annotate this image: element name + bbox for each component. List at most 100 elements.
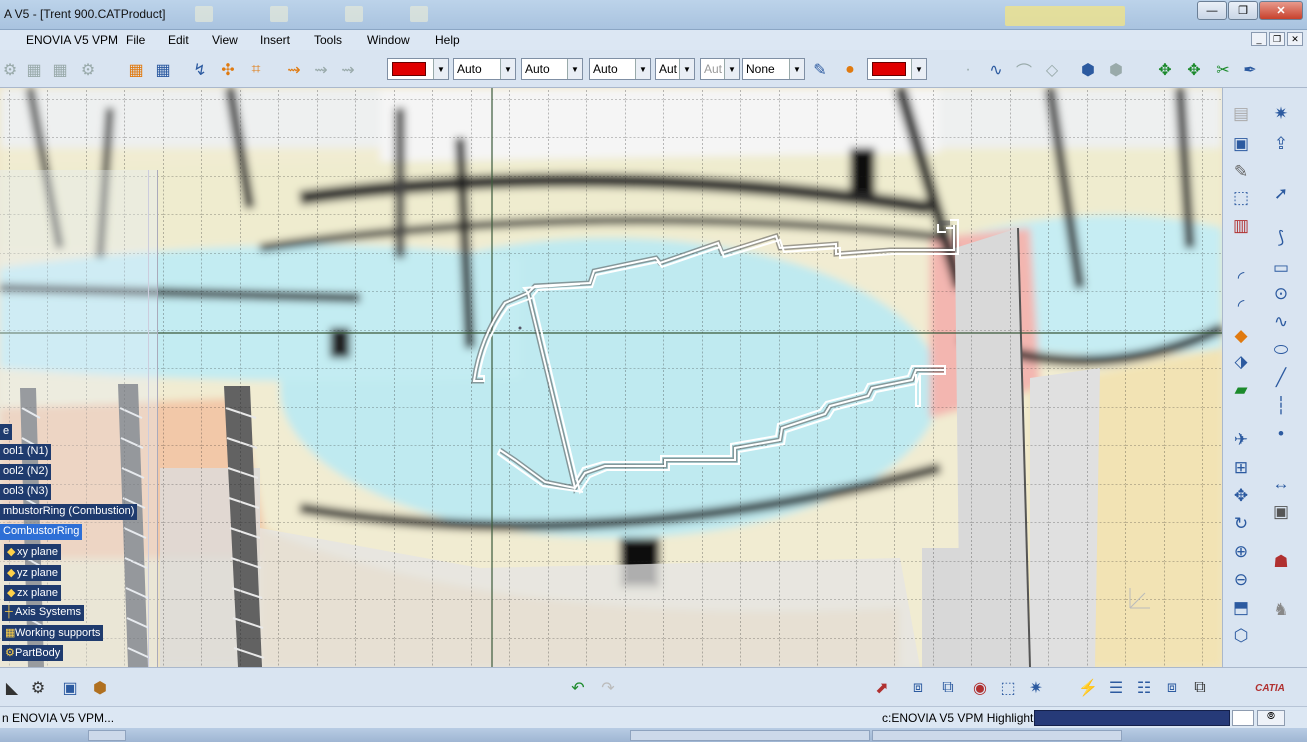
fix-together-icon[interactable]: ⇝ — [338, 60, 358, 80]
render-style-dropdown[interactable]: None ▼ — [742, 58, 805, 80]
taskbar-button[interactable] — [630, 730, 870, 741]
zoom-out-icon[interactable]: ⊖ — [1229, 568, 1253, 592]
hide-show-icon[interactable]: ⧉ — [936, 676, 960, 700]
normal-view-icon[interactable]: ⬒ — [1229, 596, 1253, 620]
arc-icon[interactable]: ◜ — [1229, 266, 1253, 290]
close-button[interactable]: ✕ — [1259, 1, 1303, 20]
menu-help[interactable]: Help — [435, 33, 460, 47]
existing-component-icon[interactable]: ⚙ — [78, 60, 98, 80]
apply-material-icon[interactable]: ● — [840, 60, 860, 80]
menu-enovia[interactable]: ENOVIA V5 VPM — [26, 33, 118, 47]
3d-viewport[interactable]: e ool1 (N1) ool2 (N2) ool3 (N3) mbustorR… — [0, 88, 1222, 667]
tree-item[interactable]: ool1 (N1) — [0, 444, 52, 460]
command-clear-button[interactable] — [1232, 710, 1254, 726]
render-mode-icon[interactable]: ⧈ — [906, 676, 930, 700]
color-dropdown-2[interactable]: ▼ — [867, 58, 927, 80]
doc-minimize-button[interactable]: _ — [1251, 32, 1267, 46]
select-icon[interactable]: ➚ — [1269, 182, 1293, 206]
text-icon[interactable]: ☷ — [1132, 676, 1156, 700]
ellipse-icon[interactable]: ⬭ — [1269, 338, 1293, 362]
redo-icon[interactable]: ↷ — [596, 676, 620, 700]
tree-item[interactable]: mbustorRing (Combustion) — [0, 504, 138, 520]
profile-icon[interactable]: ⟆ — [1269, 226, 1293, 250]
constraint-fix-icon[interactable]: ✈ — [1229, 428, 1253, 452]
point-style-dropdown[interactable]: Aut ▼ — [655, 58, 695, 80]
snap-grid-icon[interactable]: ▦ — [153, 60, 173, 80]
trim-icon[interactable]: ◆ — [1229, 324, 1253, 348]
export-icon[interactable]: ⇪ — [1269, 132, 1293, 156]
mirror-icon[interactable]: ⬗ — [1229, 350, 1253, 374]
tree-item[interactable]: e — [0, 424, 13, 440]
menu-view[interactable]: View — [212, 33, 238, 47]
transparency-dropdown[interactable]: Auto ▼ — [453, 58, 516, 80]
tree-item-selected[interactable]: CombustorRing — [0, 524, 83, 540]
geometric-constraints-icon[interactable]: ✣ — [218, 60, 238, 80]
menu-window[interactable]: Window — [367, 33, 410, 47]
restore-button[interactable]: ❐ — [1228, 1, 1258, 20]
update-icon[interactable]: ✂ — [1213, 60, 1233, 80]
construction-icon[interactable]: ↯ — [190, 60, 210, 80]
tree-item[interactable]: ⚙PartBody — [2, 645, 64, 661]
tree-item[interactable]: ▦Working supports — [2, 625, 104, 641]
insert-component-icon[interactable]: ◉ — [968, 676, 992, 700]
thickness-dropdown[interactable]: Auto ▼ — [521, 58, 583, 80]
positioned-sketch-icon[interactable]: ⬚ — [1229, 186, 1253, 210]
color-dropdown[interactable]: ▼ — [387, 58, 449, 80]
people-icon[interactable]: ☗ — [1269, 550, 1293, 574]
rectangle-icon[interactable]: ▭ — [1269, 256, 1293, 280]
project-3d-icon[interactable]: ▰ — [1229, 378, 1253, 402]
eraser-icon[interactable]: ◇ — [1042, 60, 1062, 80]
linetype-dropdown[interactable]: Auto ▼ — [589, 58, 651, 80]
doc-restore-button[interactable]: ❐ — [1269, 32, 1285, 46]
tree-item[interactable]: ool3 (N3) — [0, 484, 52, 500]
menu-tools[interactable]: Tools — [314, 33, 342, 47]
part-icon[interactable]: ▦ — [50, 60, 70, 80]
catalog-icon[interactable]: ⬢ — [88, 676, 112, 700]
minimize-button[interactable]: — — [1197, 1, 1227, 20]
scene-icon[interactable]: ✷ — [1024, 676, 1048, 700]
point-icon[interactable]: · — [958, 60, 978, 80]
dimension-icon[interactable]: ↔ — [1269, 472, 1293, 496]
tree-item[interactable]: ┼ Axis Systems — [2, 605, 85, 621]
pencil-icon[interactable]: ✎ — [1229, 160, 1253, 184]
dimensional-constraints-icon[interactable]: ⌗ — [246, 60, 266, 80]
contact-constraint-icon[interactable]: ⇝ — [311, 60, 331, 80]
product-icon[interactable]: ⚙ — [0, 60, 20, 80]
sketch-icon[interactable]: ▣ — [1229, 132, 1253, 156]
component-icon[interactable]: ▦ — [24, 60, 44, 80]
corner-icon[interactable]: ◜ — [1229, 294, 1253, 318]
annotation-icon[interactable]: ☰ — [1104, 676, 1128, 700]
sketch-3d-alt-icon[interactable]: ⬢ — [1106, 60, 1126, 80]
spline-tool-icon[interactable]: ∿ — [1269, 310, 1293, 334]
zoom-in-icon[interactable]: ⊕ — [1229, 540, 1253, 564]
snap-icon[interactable]: ✥ — [1184, 60, 1204, 80]
fly-icon[interactable]: ◣ — [0, 676, 24, 700]
grid-icon[interactable]: ▦ — [126, 60, 146, 80]
exit-workbench-icon[interactable]: ▥ — [1229, 214, 1253, 238]
auto-constraint-icon[interactable]: ⊞ — [1229, 456, 1253, 480]
undo-icon[interactable]: ↶ — [566, 676, 590, 700]
sketch-3d-icon[interactable]: ⬢ — [1078, 60, 1098, 80]
manipulate-icon[interactable]: ✥ — [1155, 60, 1175, 80]
painter-icon[interactable]: ✎ — [810, 60, 830, 80]
taskbar-button[interactable] — [872, 730, 1122, 741]
connect-icon[interactable]: ⌒ — [1014, 60, 1034, 81]
profile-view-icon[interactable]: ▤ — [1229, 102, 1253, 126]
bill-of-material-icon[interactable]: ⬚ — [996, 676, 1020, 700]
constraint-dialog-icon[interactable]: ▣ — [1269, 500, 1293, 524]
save-management-icon[interactable]: ▣ — [58, 676, 82, 700]
tree-item[interactable]: ◆ zx plane — [4, 585, 61, 601]
command-history-button[interactable]: ⦾ — [1257, 710, 1285, 726]
tolerance-icon[interactable]: ⚡ — [1076, 676, 1100, 700]
axis-line-icon[interactable]: ┆ — [1269, 394, 1293, 418]
tree-item[interactable]: ◆ yz plane — [4, 565, 61, 581]
circle-icon[interactable]: ⊙ — [1269, 282, 1293, 306]
menu-edit[interactable]: Edit — [168, 33, 189, 47]
rotate-icon[interactable]: ↻ — [1229, 512, 1253, 536]
iso-view-icon[interactable]: ⬡ — [1229, 624, 1253, 648]
tree-item[interactable]: ◆ xy plane — [4, 544, 61, 560]
flag-note-icon[interactable]: ⧉ — [1188, 676, 1212, 700]
options-icon[interactable]: ⚙ — [26, 676, 50, 700]
tree-scrollbar[interactable] — [148, 170, 158, 667]
doc-close-button[interactable]: ✕ — [1287, 32, 1303, 46]
